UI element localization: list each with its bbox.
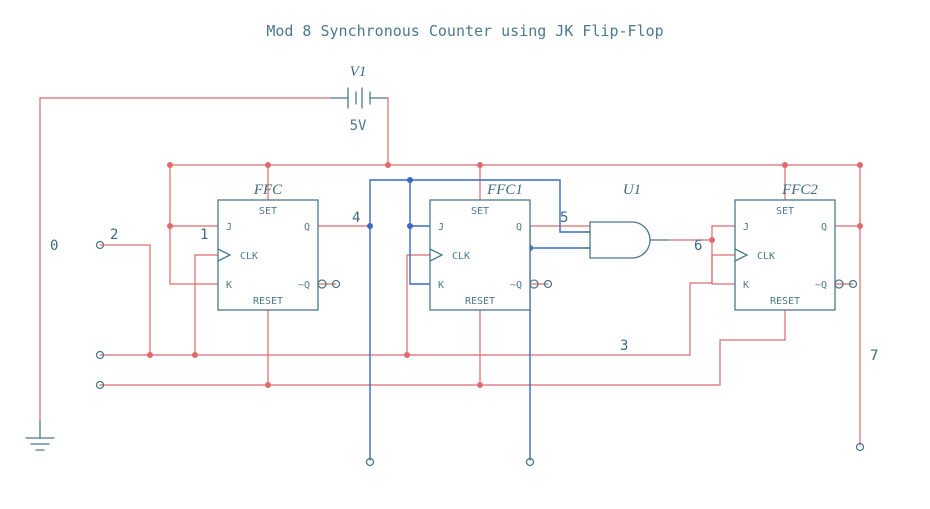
- ffc-label: FFC: [253, 182, 283, 198]
- ffc1-label: FFC1: [486, 182, 523, 198]
- and-gate: U1: [582, 182, 668, 258]
- ffc-q: Q: [304, 222, 310, 233]
- net-1: 1: [200, 227, 208, 243]
- ffc1-clk: CLK: [452, 251, 470, 262]
- ffc1-k: K: [438, 280, 444, 291]
- ffc-set: SET: [259, 206, 277, 217]
- net-0: 0: [50, 238, 58, 254]
- schematic-canvas: Mod 8 Synchronous Counter using JK Flip-…: [0, 0, 930, 509]
- flipflop-ffc: FFC SET RESET J K CLK Q ~Q: [218, 182, 326, 310]
- net-3: 3: [620, 338, 628, 354]
- net-4: 4: [352, 210, 360, 226]
- flipflop-ffc1: FFC1 SET RESET J K CLK Q ~Q: [430, 182, 538, 310]
- u1-label: U1: [623, 182, 641, 198]
- v1-value: 5V: [350, 118, 367, 134]
- schematic-title: Mod 8 Synchronous Counter using JK Flip-…: [266, 22, 663, 40]
- flipflop-ffc2: FFC2 SET RESET J K CLK Q ~Q: [735, 182, 843, 310]
- net-5: 5: [560, 210, 568, 226]
- ffc1-set: SET: [471, 206, 489, 217]
- ffc-qn: ~Q: [298, 280, 310, 291]
- voltage-source: V1 5V: [330, 64, 388, 134]
- ground-symbol: [26, 420, 54, 450]
- ffc2-set: SET: [776, 206, 794, 217]
- net-6: 6: [694, 238, 702, 254]
- ffc1-reset: RESET: [465, 296, 495, 307]
- ffc2-label: FFC2: [781, 182, 818, 198]
- ffc1-q: Q: [516, 222, 522, 233]
- ffc2-reset: RESET: [770, 296, 800, 307]
- ffc-reset: RESET: [253, 296, 283, 307]
- ffc2-j: J: [743, 222, 749, 233]
- ffc2-clk: CLK: [757, 251, 775, 262]
- ffc2-qn: ~Q: [815, 280, 827, 291]
- ffc-clk: CLK: [240, 251, 258, 262]
- net-2: 2: [110, 227, 118, 243]
- ffc2-q: Q: [821, 222, 827, 233]
- v1-label: V1: [350, 64, 367, 80]
- ffc1-qn: ~Q: [510, 280, 522, 291]
- ffc-j: J: [226, 222, 232, 233]
- net-7: 7: [870, 348, 878, 364]
- ffc1-j: J: [438, 222, 444, 233]
- ffc-k: K: [226, 280, 232, 291]
- ffc2-k: K: [743, 280, 749, 291]
